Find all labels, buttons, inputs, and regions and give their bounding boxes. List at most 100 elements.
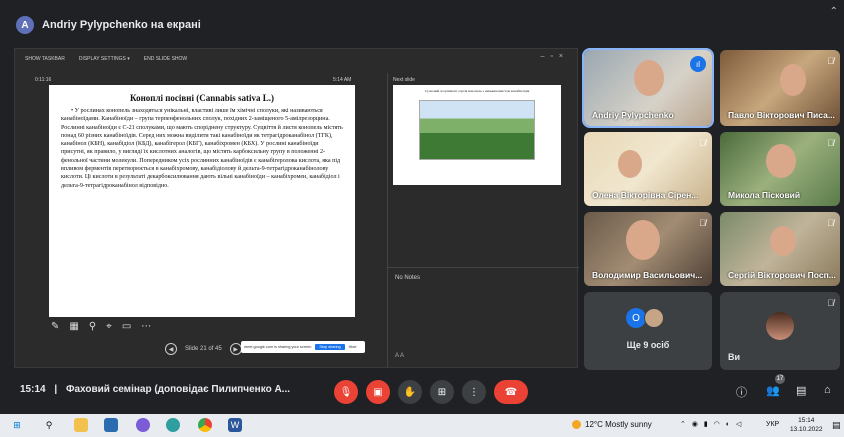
slide-counter: Slide 21 of 45 [185, 346, 222, 352]
participant-tile[interactable]: 🎙̸ Сергій Вікторович Посп... [720, 212, 840, 286]
display-settings-button[interactable]: DISPLAY SETTINGS ▾ [79, 56, 130, 62]
mic-off-icon: 🎙̸ [827, 218, 834, 228]
participant-tile[interactable]: 🎙̸ Володимир Васильович... [584, 212, 712, 286]
next-slide-caption: Сучасний асортимент сортів конопель з ни… [424, 89, 530, 93]
slide-title: Коноплі посівні (Cannabis sativa L.) [130, 93, 274, 103]
windows-taskbar: ⊞ ⚲ W 12°C Mostly sunny ⌃ ◉ ▮ ◠ ◐ ◁ УКР … [0, 414, 844, 437]
divider [387, 267, 579, 268]
people-icon[interactable]: 👥 [766, 384, 780, 397]
mic-off-icon: 🎙̸ [827, 138, 834, 148]
participant-video [634, 60, 664, 96]
camera-toggle-icon[interactable]: ▣ [366, 380, 390, 404]
more-options-icon[interactable]: ⋯ [141, 321, 151, 332]
participant-tile[interactable]: 🎙̸ Олена Вікторівна Сірен... [584, 132, 712, 206]
slide-navigation: ◀ Slide 21 of 45 ▶ [165, 343, 242, 355]
next-slide-icon[interactable]: ▶ [229, 343, 242, 355]
meeting-details-icon[interactable]: ⓘ [736, 384, 747, 400]
expand-arrow-icon[interactable]: ⌃ [830, 6, 838, 17]
self-avatar [766, 312, 794, 340]
participant-name: Павло Вікторович Писа... [728, 110, 835, 120]
next-slide-preview[interactable]: Сучасний асортимент сортів конопель з ни… [393, 85, 561, 185]
notifications-icon[interactable]: ▤ [832, 420, 841, 431]
participant-tile[interactable]: 🎙̸ Микола Пісковий [720, 132, 840, 206]
meeting-controls-bar: 15:14 | Фаховий семінар (доповідає Пилип… [0, 372, 844, 410]
search-icon[interactable]: ⚲ [42, 418, 56, 432]
participant-name: Володимир Васильович... [592, 270, 703, 280]
store-icon[interactable] [104, 418, 118, 432]
participant-avatar [644, 308, 664, 328]
next-slide-label: Next slide [393, 77, 415, 83]
raise-hand-icon[interactable]: ✋ [398, 380, 422, 404]
more-options-icon[interactable]: ⋮ [462, 380, 486, 404]
sharing-text: meet.google.com is sharing your screen [244, 345, 312, 349]
meeting-time: 15:14 [20, 384, 46, 395]
participant-name: Andriy Pylypchenko [592, 110, 674, 120]
windows-start-icon[interactable]: ⊞ [10, 418, 24, 432]
meet-window: A Andriy Pylypchenko на екрані ⌃ SHOW TA… [0, 0, 844, 437]
viber-icon[interactable] [136, 418, 150, 432]
participant-video [766, 144, 796, 178]
separator: | [54, 384, 58, 395]
self-tile[interactable]: 🎙̸ Ви [720, 292, 840, 370]
subtitles-icon[interactable]: ▭ [122, 321, 131, 332]
stop-sharing-button[interactable]: Stop sharing [315, 344, 345, 350]
mic-off-icon: 🎙̸ [699, 218, 706, 228]
zoom-icon[interactable]: ⚲ [89, 321, 96, 332]
divider [387, 73, 388, 367]
mic-off-icon: 🎙̸ [699, 138, 706, 148]
text-size-icon[interactable]: A A [395, 353, 404, 359]
file-explorer-icon[interactable] [74, 418, 88, 432]
meeting-title: Фаховий семінар (доповідає Пилипченко А.… [65, 384, 291, 395]
slides-grid-icon[interactable]: ▦ [69, 321, 78, 332]
participant-avatar: O [626, 308, 646, 328]
leave-call-icon[interactable]: ☎ [494, 380, 528, 404]
participant-video [626, 220, 660, 260]
presenter-avatar: A [16, 16, 34, 34]
mic-toggle-icon[interactable]: 🎙 [334, 380, 358, 404]
more-participants-tile[interactable]: O Ще 9 осіб [584, 292, 712, 370]
participant-tile[interactable]: 🎙̸ Павло Вікторович Писа... [720, 50, 840, 126]
presenter-label: Andriy Pylypchenko на екрані [42, 19, 201, 31]
participant-name: Сергій Вікторович Посп... [728, 270, 836, 280]
language-indicator[interactable]: УКР [766, 421, 779, 428]
chrome-icon[interactable] [198, 418, 212, 432]
show-taskbar-button[interactable]: SHOW TASKBAR [25, 56, 65, 62]
system-tray-icons[interactable]: ⌃ ◉ ▮ ◠ ◐ ◁ [680, 420, 743, 428]
participant-video [618, 150, 642, 178]
participant-video [780, 64, 806, 96]
sharing-popup: meet.google.com is sharing your screen S… [241, 341, 365, 353]
chat-icon[interactable]: ▤ [796, 384, 806, 397]
activities-icon[interactable]: ⌂ [824, 384, 831, 396]
presenter-banner: A Andriy Pylypchenko на екрані [16, 12, 316, 38]
clock-date: 13.10.2022 [790, 426, 823, 433]
participant-count-badge: 17 [775, 374, 785, 384]
taskbar-clock[interactable]: 15:14 13.10.2022 [790, 416, 823, 434]
current-slide: Коноплі посівні (Cannabis sativa L.) • У… [49, 85, 355, 317]
end-slideshow-button[interactable]: END SLIDE SHOW [144, 56, 187, 62]
mic-off-icon: 🎙̸ [827, 56, 834, 66]
slideshow-clock: 5:14 AM [333, 77, 352, 83]
more-participants-label: Ще 9 осіб [626, 340, 670, 350]
edge-icon[interactable] [166, 418, 180, 432]
slideshow-tools: ✎ ▦ ⚲ ⌖ ▭ ⋯ [51, 321, 151, 332]
weather-widget[interactable]: 12°C Mostly sunny [572, 420, 652, 429]
participant-tile[interactable]: ıl Andriy Pylypchenko [582, 48, 714, 128]
pointer-icon[interactable]: ⌖ [106, 321, 112, 332]
pen-icon[interactable]: ✎ [51, 321, 59, 332]
hemp-field-photo [419, 99, 535, 160]
speaking-icon: ıl [690, 56, 706, 72]
notes-label: No Notes [395, 275, 421, 281]
slideshow-timer: 0:11:16 [35, 77, 52, 83]
participant-name: Микола Пісковий [728, 190, 801, 200]
clock-time: 15:14 [798, 417, 815, 424]
weather-text: 12°C Mostly sunny [585, 420, 652, 429]
word-icon[interactable]: W [228, 418, 242, 432]
self-label: Ви [728, 352, 741, 362]
present-screen-icon[interactable]: ⊞ [430, 380, 454, 404]
slide-body: • У рослинах конопель знаходяться унікал… [61, 108, 343, 189]
hide-button[interactable]: Hide [349, 345, 357, 349]
participant-video [770, 226, 796, 256]
window-controls-icon[interactable]: –▫× [541, 53, 569, 60]
participant-name: Олена Вікторівна Сірен... [592, 190, 699, 200]
prev-slide-icon[interactable]: ◀ [165, 343, 177, 355]
